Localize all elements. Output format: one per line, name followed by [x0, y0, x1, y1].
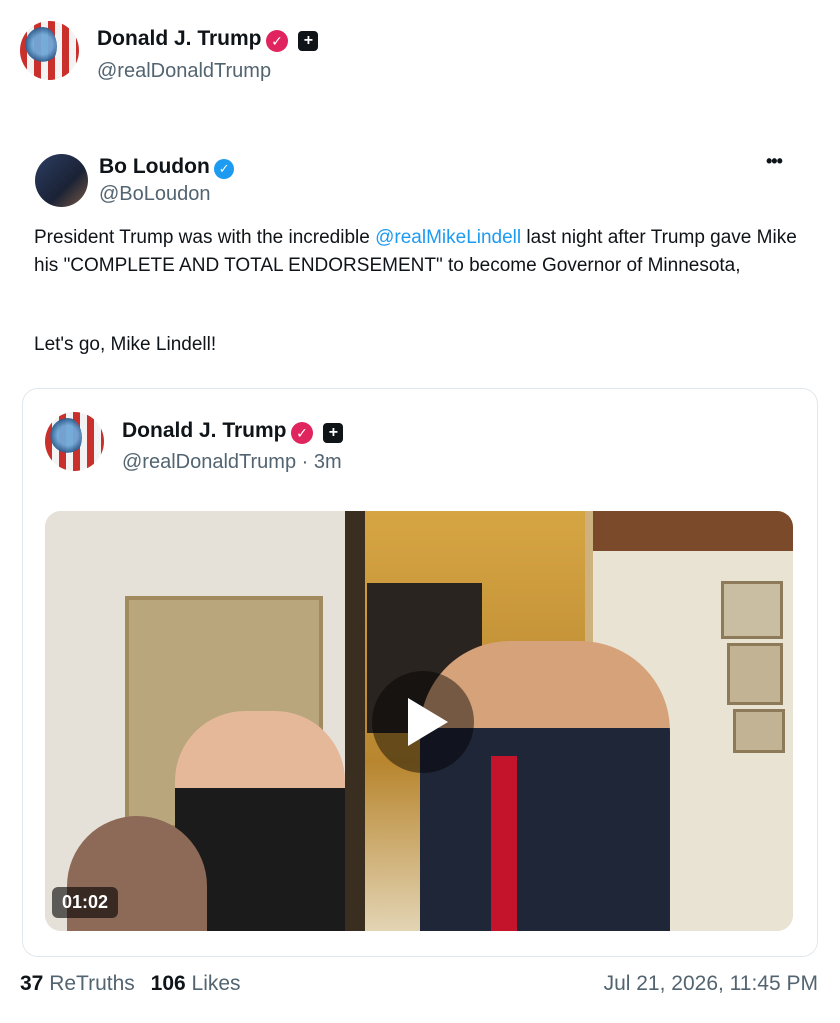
retruths-count: 37 — [20, 972, 44, 995]
video-player[interactable]: 01:02 — [45, 511, 793, 931]
video-duration: 01:02 — [52, 887, 119, 918]
play-button[interactable] — [372, 671, 474, 773]
author-name[interactable]: Donald J. Trump — [97, 27, 262, 50]
quoted-name[interactable]: Donald J. Trump — [122, 419, 287, 442]
retruth-avatar[interactable] — [35, 154, 88, 207]
retruth-name[interactable]: Bo Loudon — [99, 155, 210, 178]
frame-right-1 — [721, 581, 783, 639]
likes-stat[interactable]: 106 Likes — [151, 972, 241, 995]
retruth-text-line2: Let's go, Mike Lindell! — [34, 334, 217, 355]
likes-count: 106 — [150, 972, 186, 995]
more-options-icon[interactable]: ••• — [766, 151, 783, 172]
author-avatar[interactable] — [20, 21, 79, 80]
retruth-text: President Trump was with the incredible … — [34, 224, 804, 280]
verified-badge-icon: ✓ — [265, 29, 288, 52]
frame-right-2 — [727, 643, 783, 705]
retruth-handle[interactable]: @BoLoudon — [99, 183, 211, 206]
retruth-name-row: Bo Loudon ✓ — [99, 155, 235, 179]
retruth-text-part1: President Trump was with the incredible — [34, 227, 376, 248]
retruths-stat[interactable]: 37 ReTruths — [20, 972, 141, 995]
verified-badge-icon: ✓ — [214, 158, 235, 179]
frame-right-3 — [733, 709, 785, 753]
quoted-name-row: Donald J. Trump ✓ + — [122, 419, 344, 444]
plus-icon: + — [298, 30, 319, 51]
bookshelf — [593, 511, 793, 551]
retruths-label: ReTruths — [49, 972, 135, 995]
dark-door — [345, 511, 365, 931]
stats-row: 37 ReTruths 106 Likes — [20, 972, 241, 996]
author-name-row: Donald J. Trump ✓ + — [97, 27, 319, 52]
red-tie — [491, 756, 517, 931]
mention-link[interactable]: @realMikeLindell — [375, 227, 521, 248]
quoted-handle-time[interactable]: @realDonaldTrump · 3m — [122, 451, 342, 474]
plus-icon: + — [323, 422, 344, 443]
quoted-post-card[interactable]: Donald J. Trump ✓ + @realDonaldTrump · 3… — [22, 388, 818, 957]
likes-label: Likes — [191, 972, 241, 995]
post-timestamp[interactable]: Jul 21, 2026, 11:45 PM — [604, 972, 818, 996]
author-handle[interactable]: @realDonaldTrump — [97, 60, 271, 83]
play-icon — [408, 698, 448, 746]
verified-badge-icon: ✓ — [290, 421, 313, 444]
quoted-avatar[interactable] — [45, 412, 104, 471]
